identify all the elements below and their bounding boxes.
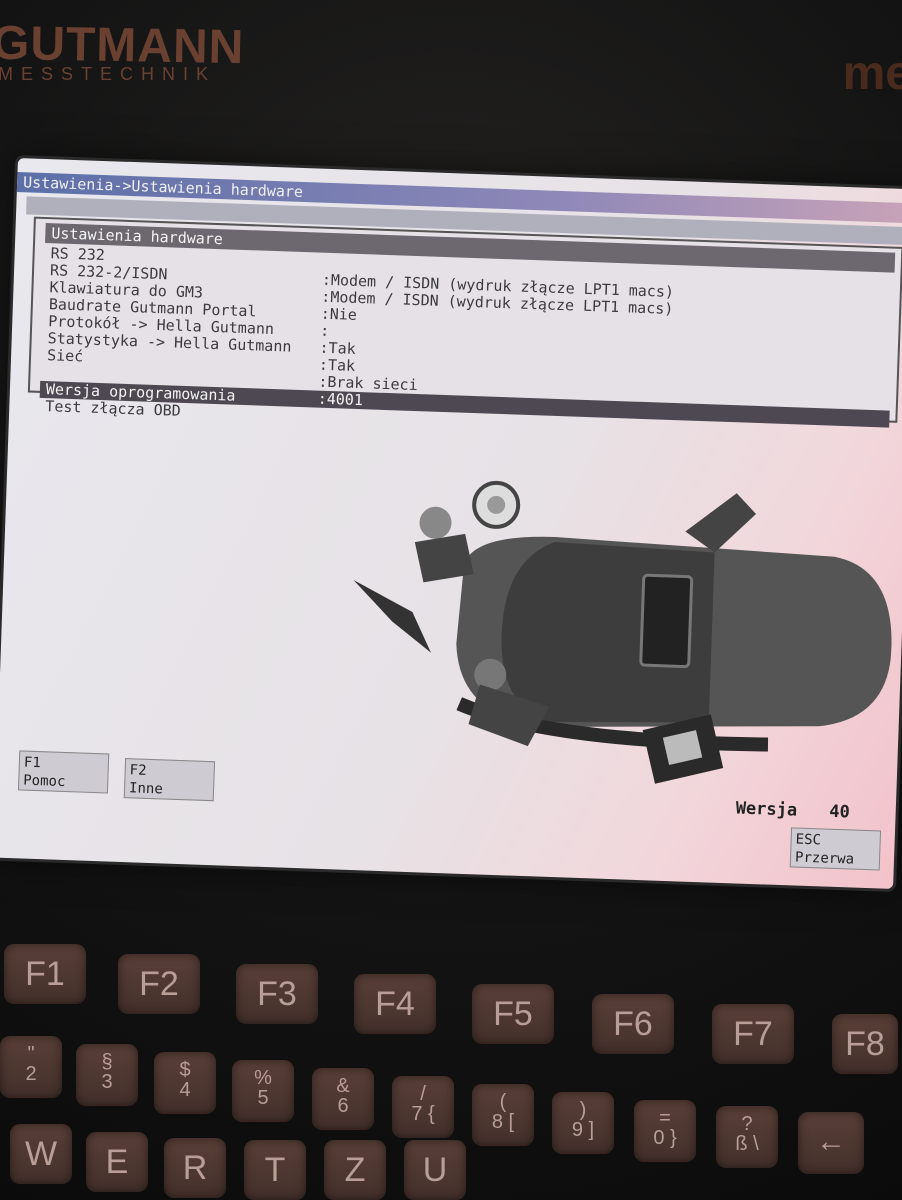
f2-other-button[interactable]: F2 Inne bbox=[123, 758, 216, 802]
menu-item-value: : bbox=[319, 321, 330, 340]
f2-action-label: Inne bbox=[128, 780, 164, 798]
key-shift-label: / bbox=[420, 1083, 426, 1105]
key-sz[interactable]: ? ß \ bbox=[716, 1106, 778, 1168]
menu-rows: RS 232 RS 232-2/ISDN :Modem / ISDN (wydr… bbox=[39, 244, 894, 445]
settings-menu: Ustawienia hardware RS 232 RS 232-2/ISDN… bbox=[27, 216, 902, 428]
key-main-label: ß \ bbox=[735, 1133, 759, 1155]
menu-item-value: :4001 bbox=[317, 389, 364, 410]
key-5[interactable]: % 5 bbox=[232, 1060, 294, 1122]
key-main-label: 0 } bbox=[653, 1127, 677, 1149]
key-shift-label: = bbox=[659, 1107, 671, 1129]
key-main-label: 4 bbox=[179, 1079, 191, 1101]
key-f8[interactable]: F8 bbox=[832, 1014, 898, 1074]
key-f4[interactable]: F4 bbox=[354, 974, 436, 1034]
key-t[interactable]: T bbox=[244, 1140, 306, 1200]
key-main-label: 7 { bbox=[411, 1103, 435, 1125]
key-f3[interactable]: F3 bbox=[236, 964, 318, 1024]
version-value: 40 bbox=[829, 801, 851, 823]
key-f5[interactable]: F5 bbox=[472, 984, 554, 1044]
menu-item-label: Test złącza OBD bbox=[45, 397, 182, 420]
key-f7[interactable]: F7 bbox=[712, 1004, 794, 1064]
backspace-key[interactable]: ← bbox=[798, 1112, 864, 1174]
version-indicator: Wersja 40 bbox=[735, 798, 850, 822]
key-f6[interactable]: F6 bbox=[592, 994, 674, 1054]
key-shift-label: " bbox=[27, 1043, 35, 1065]
key-8[interactable]: ( 8 [ bbox=[472, 1084, 534, 1146]
key-u[interactable]: U bbox=[404, 1140, 466, 1200]
key-r[interactable]: R bbox=[164, 1138, 226, 1198]
key-7[interactable]: / 7 { bbox=[392, 1076, 454, 1138]
key-main-label: 6 bbox=[337, 1095, 349, 1117]
esc-action-label: Przerwa bbox=[794, 849, 855, 868]
key-main-label: 5 bbox=[257, 1087, 269, 1109]
key-z[interactable]: Z bbox=[324, 1140, 386, 1200]
key-main-label: 2 bbox=[25, 1063, 37, 1085]
key-e[interactable]: E bbox=[86, 1132, 148, 1192]
key-4[interactable]: $ 4 bbox=[154, 1052, 216, 1114]
key-0[interactable]: = 0 } bbox=[634, 1100, 696, 1162]
key-main-label: 3 bbox=[101, 1071, 113, 1093]
backspace-arrow-icon: ← bbox=[816, 1125, 846, 1158]
key-main-label: 8 [ bbox=[491, 1111, 515, 1133]
f1-help-button[interactable]: F1 Pomoc bbox=[17, 750, 110, 794]
key-shift-label: ( bbox=[499, 1091, 507, 1113]
key-shift-label: & bbox=[336, 1075, 350, 1097]
wheel-icon bbox=[472, 480, 521, 529]
key-3[interactable]: § 3 bbox=[76, 1044, 138, 1106]
brand-subtitle: MESSTECHNIK bbox=[0, 64, 217, 84]
device-screen: Ustawienia->Ustawienia hardware Ustawien… bbox=[0, 158, 902, 889]
key-6[interactable]: & 6 bbox=[312, 1068, 374, 1130]
car-illustration bbox=[353, 480, 892, 784]
key-shift-label: § bbox=[101, 1051, 113, 1073]
menu-item-label: Sieć bbox=[46, 346, 84, 366]
diagnostic-device: GUTMANN MESSTECHNIK me Ustawienia->Ustaw… bbox=[0, 0, 902, 1200]
key-shift-label: % bbox=[254, 1067, 272, 1089]
esc-abort-button[interactable]: ESC Przerwa bbox=[789, 827, 882, 871]
f1-action-label: Pomoc bbox=[22, 772, 66, 791]
key-shift-label: $ bbox=[179, 1059, 191, 1081]
key-f2[interactable]: F2 bbox=[118, 954, 200, 1014]
key-9[interactable]: ) 9 ] bbox=[552, 1092, 614, 1154]
brand-right-logo: me bbox=[842, 47, 902, 100]
key-main-label: 9 ] bbox=[571, 1119, 595, 1141]
key-w[interactable]: W bbox=[10, 1124, 72, 1184]
key-shift-label: ) bbox=[579, 1099, 587, 1121]
key-shift-label: ? bbox=[741, 1113, 753, 1135]
key-f1[interactable]: F1 bbox=[4, 944, 86, 1004]
version-label: Wersja bbox=[735, 798, 798, 821]
key-2[interactable]: " 2 bbox=[0, 1036, 62, 1098]
